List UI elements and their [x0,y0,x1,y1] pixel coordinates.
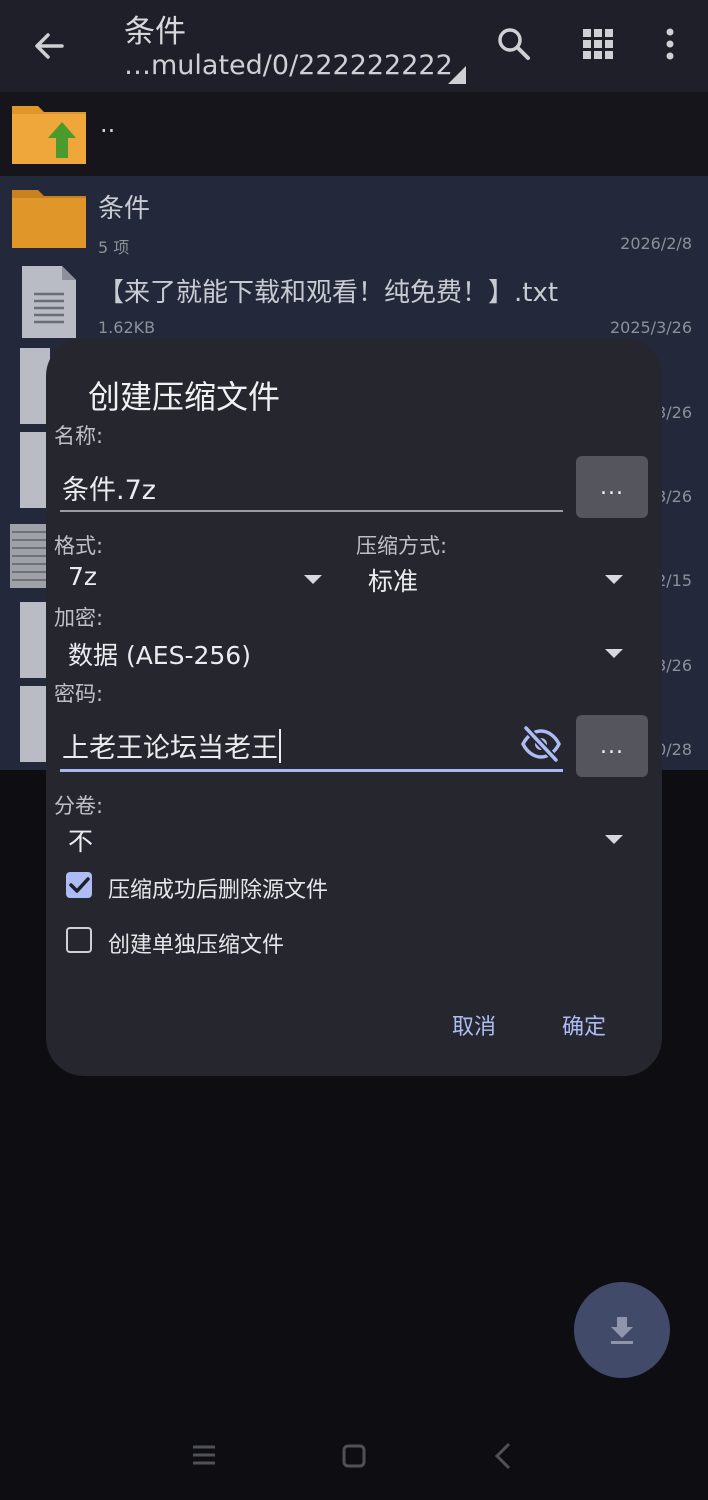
text-file-icon [20,264,78,344]
back-nav-icon[interactable] [494,1442,512,1474]
list-item-date: 2025/3/26 [609,318,692,337]
recent-apps-icon[interactable] [192,1444,216,1470]
image-thumbnail [10,524,50,592]
search-icon[interactable] [492,22,536,66]
grid-view-icon[interactable] [576,22,620,66]
password-label: 密码: [54,682,104,706]
list-item-name[interactable]: 条件 [98,188,150,225]
path-dropdown-icon[interactable] [448,66,466,84]
text-cursor [279,729,281,763]
browse-name-button[interactable]: ... [576,456,648,518]
method-select[interactable]: 标准 [368,562,418,598]
download-fab[interactable] [574,1282,670,1378]
format-label: 格式: [54,534,104,558]
password-underline [60,769,563,772]
parent-folder-label: .. [100,110,116,138]
delete-source-label[interactable]: 压缩成功后删除源文件 [108,872,328,904]
delete-source-checkbox[interactable] [66,872,92,898]
name-label: 名称: [54,424,104,448]
volume-label: 分卷: [54,794,104,818]
list-item-date: 2026/2/8 [620,234,692,253]
password-input[interactable]: 上老王论坛当老王 [62,726,281,765]
folder-icon [10,186,88,254]
encryption-select[interactable]: 数据 (AES-256) [68,636,251,672]
cancel-button[interactable]: 取消 [452,1009,496,1041]
password-value: 上老王论坛当老王 [62,733,278,764]
ok-button[interactable]: 确定 [562,1009,606,1041]
list-item-name[interactable]: 【来了就能下载和观看！纯免费！】.txt [98,272,558,309]
current-path[interactable]: …mulated/0/222222222 [124,50,453,81]
list-item-meta: 1.62KB [98,318,156,337]
dialog-title: 创建压缩文件 [88,378,281,416]
method-label: 压缩方式: [356,534,448,558]
page-title: 条件 [124,14,186,50]
system-nav-bar [0,1410,708,1500]
name-underline [60,510,563,512]
encryption-label: 加密: [54,606,104,630]
volume-select[interactable]: 不 [68,822,93,858]
home-icon[interactable] [342,1444,366,1472]
folder-up-icon [10,100,88,170]
arrow-back-icon[interactable] [28,24,72,68]
separate-archive-checkbox[interactable] [66,927,92,953]
archive-name-input[interactable]: 条件.7z [62,468,156,507]
check-icon [69,877,90,893]
app-bar: 条件 …mulated/0/222222222 [0,0,708,92]
volume-dropdown-icon[interactable] [605,835,623,844]
visibility-off-icon[interactable] [520,724,562,768]
more-vert-icon[interactable] [648,22,692,66]
separate-archive-label[interactable]: 创建单独压缩文件 [108,927,284,959]
browse-password-button[interactable]: ... [576,715,648,777]
method-dropdown-icon[interactable] [605,575,623,584]
download-icon [611,1317,633,1344]
list-item-meta: 5 项 [98,238,130,257]
format-dropdown-icon[interactable] [304,575,322,584]
encryption-dropdown-icon[interactable] [605,649,623,658]
create-archive-dialog [46,338,662,1076]
format-select[interactable]: 7z [68,562,97,591]
